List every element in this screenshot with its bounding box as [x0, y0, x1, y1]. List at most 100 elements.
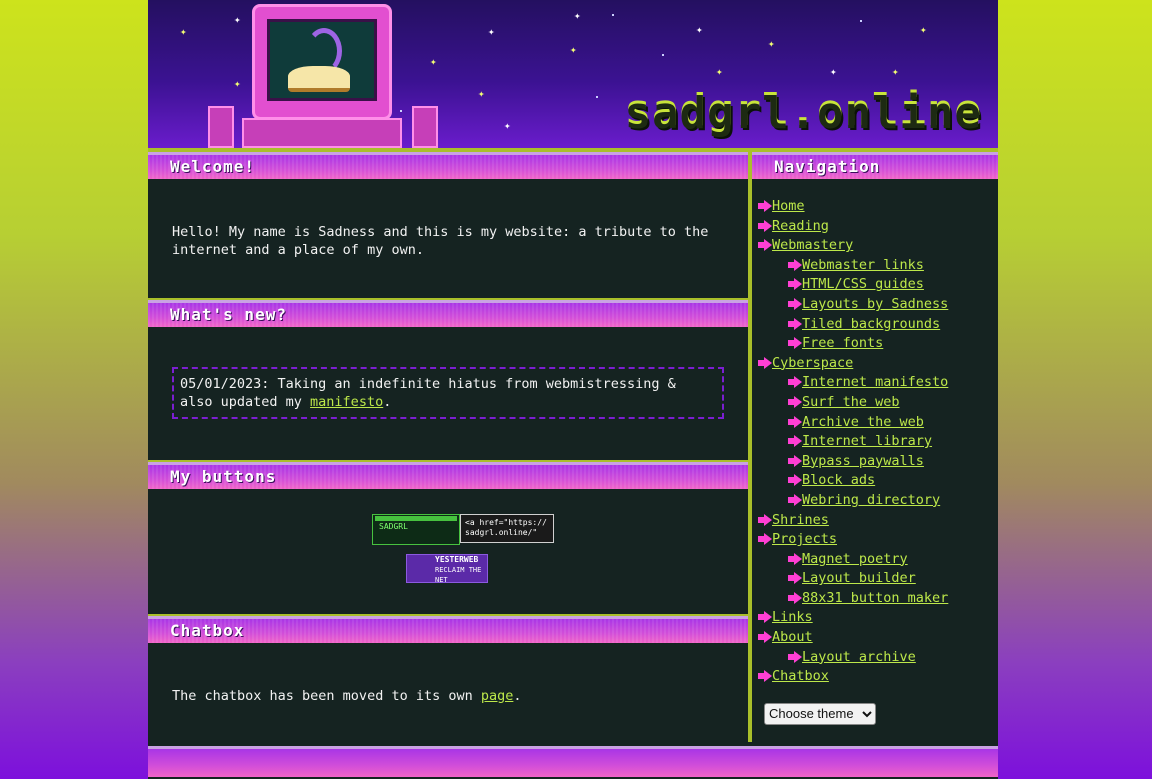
nav-item-reading[interactable]: Reading — [752, 217, 998, 237]
manifesto-link[interactable]: manifesto — [310, 394, 383, 410]
arrow-right-icon — [788, 258, 802, 271]
yesterweb-button-sub: RECLAIM THE NET — [435, 566, 482, 583]
nav-item-webmaster-links[interactable]: Webmaster links — [752, 256, 998, 276]
nav-link[interactable]: Bypass paywalls — [802, 453, 924, 469]
star-icon: ✦ — [574, 9, 581, 22]
site-header: ✦ ✦ ✦ ✦ ✦ ✦ ✦ ✦ ✦ ✦ ✦ ✦ ✦ ✦ ✦ sadgrl.onl… — [148, 0, 998, 152]
chatbox-title: Chatbox — [148, 616, 748, 643]
page-frame: ✦ ✦ ✦ ✦ ✦ ✦ ✦ ✦ ✦ ✦ ✦ ✦ ✦ ✦ ✦ sadgrl.onl… — [148, 0, 998, 779]
nav-item-internet-manifesto[interactable]: Internet manifesto — [752, 373, 998, 393]
theme-select[interactable]: Choose theme — [764, 702, 876, 725]
star-icon: ✦ — [488, 25, 495, 38]
arrow-right-icon — [788, 395, 802, 408]
arrow-right-icon — [758, 533, 772, 546]
nav-link[interactable]: About — [772, 629, 813, 645]
nav-link[interactable]: Cyberspace — [772, 355, 853, 371]
nav-link[interactable]: Projects — [772, 531, 837, 547]
nav-item-internet-library[interactable]: Internet library — [752, 432, 998, 452]
nav-item-chatbox[interactable]: Chatbox — [752, 667, 998, 687]
welcome-text: Hello! My name is Sadness and this is my… — [172, 224, 709, 258]
nav-link[interactable]: HTML/CSS guides — [802, 276, 924, 292]
nav-item-archive-the-web[interactable]: Archive the web — [752, 413, 998, 433]
nav-item-layouts-by-sadness[interactable]: Layouts by Sadness — [752, 295, 998, 315]
nav-link[interactable]: Magnet poetry — [802, 551, 908, 567]
nav-link[interactable]: 88x31 button maker — [802, 590, 948, 606]
nav-item-webmastery[interactable]: Webmastery — [752, 236, 998, 256]
arrow-right-icon — [758, 611, 772, 624]
nav-item-magnet-poetry[interactable]: Magnet poetry — [752, 550, 998, 570]
nav-link[interactable]: Links — [772, 609, 813, 625]
star-dot — [612, 14, 614, 16]
nav-item-tiled-backgrounds[interactable]: Tiled backgrounds — [752, 315, 998, 335]
nav-item-button-maker[interactable]: 88x31 button maker — [752, 589, 998, 609]
chatbox-page-link[interactable]: page — [481, 688, 514, 704]
nav-link[interactable]: Internet library — [802, 433, 932, 449]
welcome-title: Welcome! — [148, 152, 748, 179]
arrow-right-icon — [788, 650, 802, 663]
chatbox-box: Chatbox The chatbox has been moved to it… — [148, 614, 748, 744]
nav-item-block-ads[interactable]: Block ads — [752, 471, 998, 491]
nav-item-projects[interactable]: Projects — [752, 530, 998, 550]
star-dot — [400, 110, 402, 112]
arrow-right-icon — [788, 278, 802, 291]
star-icon: ✦ — [570, 43, 577, 56]
news-entry-text: 05/01/2023: Taking an indefinite hiatus … — [180, 376, 676, 410]
link-code-88x31-button[interactable]: <a href="https:// sadgrl.online/" — [460, 514, 554, 543]
arrow-right-icon — [758, 200, 772, 212]
nav-link[interactable]: Webring directory — [802, 492, 940, 508]
navigation-box: Navigation Home Reading Webmastery Webma… — [752, 152, 998, 742]
star-icon: ✦ — [716, 65, 723, 78]
nav-link[interactable]: Chatbox — [772, 668, 829, 684]
nav-item-free-fonts[interactable]: Free fonts — [752, 334, 998, 354]
sadgrl-88x31-button[interactable]: SADGRL — [372, 514, 460, 545]
star-icon: ✦ — [504, 119, 511, 132]
nav-link[interactable]: Surf the web — [802, 394, 900, 410]
nav-link[interactable]: Free fonts — [802, 335, 883, 351]
arrow-right-icon — [788, 493, 802, 506]
my-buttons-title: My buttons — [148, 462, 748, 489]
arrow-right-icon — [788, 591, 802, 604]
nav-link[interactable]: Layouts by Sadness — [802, 296, 948, 312]
nav-link[interactable]: Block ads — [802, 472, 875, 488]
star-icon: ✦ — [830, 65, 837, 78]
whats-new-box: What's new? 05/01/2023: Taking an indefi… — [148, 298, 748, 458]
nav-link[interactable]: Reading — [772, 218, 829, 234]
nav-item-html-css-guides[interactable]: HTML/CSS guides — [752, 275, 998, 295]
nav-item-surf-the-web[interactable]: Surf the web — [752, 393, 998, 413]
nav-link[interactable]: Archive the web — [802, 414, 924, 430]
computer-monitor-icon — [252, 4, 392, 120]
nav-link[interactable]: Home — [772, 198, 805, 214]
nav-link[interactable]: Webmastery — [772, 237, 853, 253]
nav-item-webring-directory[interactable]: Webring directory — [752, 491, 998, 511]
arrow-right-icon — [758, 670, 772, 683]
arrow-right-icon — [788, 317, 802, 330]
star-icon: ✦ — [234, 77, 241, 90]
arrow-right-icon — [788, 474, 802, 487]
nav-link[interactable]: Layout builder — [802, 570, 916, 586]
speaker-left-icon — [208, 106, 234, 148]
navigation-title: Navigation — [752, 152, 998, 179]
star-icon: ✦ — [892, 65, 899, 78]
nav-link[interactable]: Tiled backgrounds — [802, 316, 940, 332]
monitor-screen — [267, 19, 377, 101]
welcome-box: Welcome! Hello! My name is Sadness and t… — [148, 152, 748, 294]
nav-item-about[interactable]: About — [752, 628, 998, 648]
open-book-icon — [288, 66, 350, 92]
arrow-right-icon — [758, 356, 772, 369]
nav-item-bypass-paywalls[interactable]: Bypass paywalls — [752, 452, 998, 472]
nav-item-layout-builder[interactable]: Layout builder — [752, 569, 998, 589]
nav-link[interactable]: Layout archive — [802, 649, 916, 665]
yesterweb-88x31-button[interactable]: YESTERWEB RECLAIM THE NET — [406, 554, 488, 583]
nav-item-cyberspace[interactable]: Cyberspace — [752, 354, 998, 374]
nav-item-links[interactable]: Links — [752, 608, 998, 628]
nav-item-shrines[interactable]: Shrines — [752, 511, 998, 531]
arrow-right-icon — [788, 415, 802, 428]
sadgrl-button-label: SADGRL — [379, 522, 408, 531]
nav-link[interactable]: Webmaster links — [802, 257, 924, 273]
nav-item-layout-archive[interactable]: Layout archive — [752, 648, 998, 668]
nav-item-home[interactable]: Home — [752, 197, 998, 217]
star-icon: ✦ — [234, 13, 241, 26]
nav-link[interactable]: Shrines — [772, 512, 829, 528]
nav-link[interactable]: Internet manifesto — [802, 374, 948, 390]
arrow-right-icon — [788, 297, 802, 310]
